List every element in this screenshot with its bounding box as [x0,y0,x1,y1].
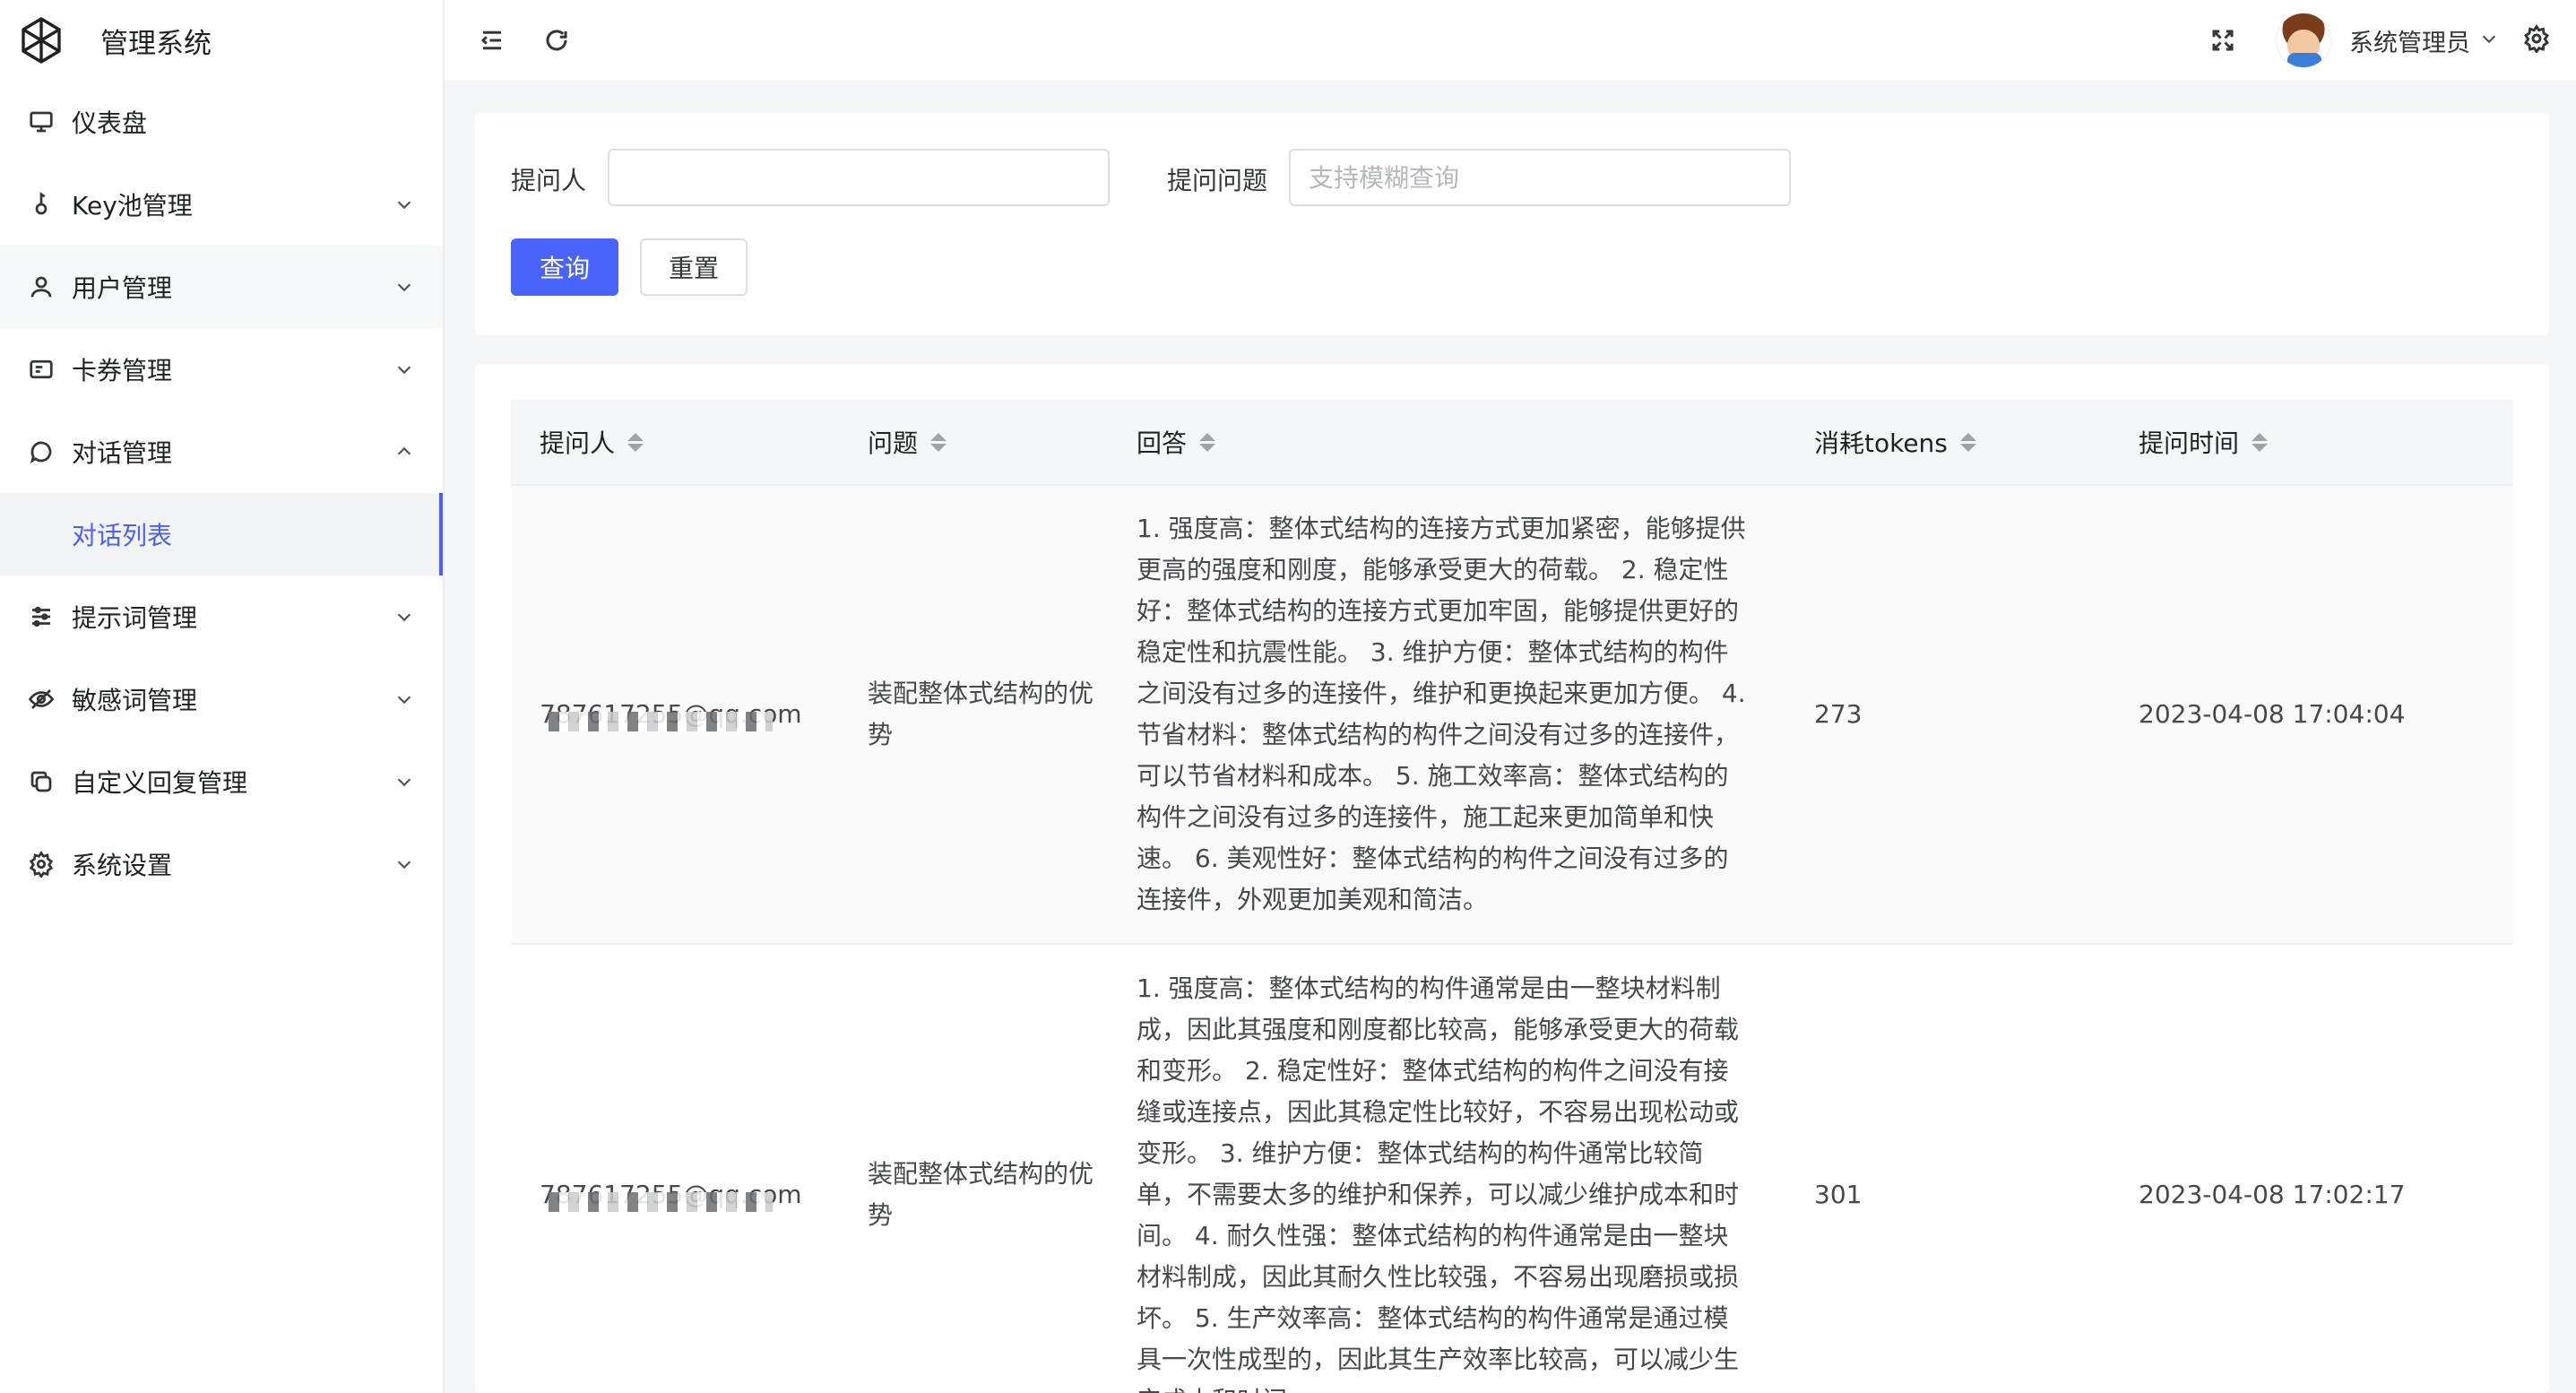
app-title: 管理系统 [100,27,212,60]
asker-email: 787617255@qq.com [540,699,802,731]
column-header-asker[interactable]: 提问人 [511,424,839,460]
eye-off-icon [27,685,56,714]
column-header-label: 回答 [1137,428,1188,458]
gear-icon [27,850,56,878]
logo-row[interactable]: 管理系统 [0,0,443,81]
search-button[interactable]: 查询 [511,238,618,296]
sidebar-item-label: 对话列表 [72,521,173,550]
sidebar-item-users[interactable]: 用户管理 [0,246,443,328]
sidebar-item-label: 卡券管理 [72,356,173,385]
cell-asker: 787617255@qq.com [511,694,839,735]
sidebar-item-label: 自定义回复管理 [72,768,248,798]
header-right: 系统管理员 [2208,0,2551,81]
column-header-tokens[interactable]: 消耗tokens [1785,424,2110,460]
privacy-mask [549,712,773,731]
sidebar-item-sensitive-words[interactable]: 敏感词管理 [0,658,443,740]
cell-tokens: 301 [1814,1180,1863,1209]
user-icon [27,273,56,301]
asker-input[interactable] [608,149,1110,206]
column-header-answer[interactable]: 回答 [1108,424,1785,460]
sort-icon[interactable] [1199,432,1216,452]
reset-button[interactable]: 重置 [640,238,748,296]
sidebar-item-cards[interactable]: 卡券管理 [0,328,443,411]
sidebar-menu: 仪表盘 Key池管理 用户管理 卡券管理 对话管理 对话列表 提示词管理 敏感词… [0,81,443,905]
cell-answer: 1. 强度高：整体式结构的连接方式更加紧密，能够提供更高的强度和刚度，能够承受更… [1137,514,1746,914]
table-row[interactable]: 787617255@qq.com 装配整体式结构的优势 1. 强度高：整体式结构… [511,486,2513,945]
sidebar-item-dashboard[interactable]: 仪表盘 [0,81,443,163]
cell-question: 装配整体式结构的优势 [868,1159,1094,1230]
table-row[interactable]: 787617255@qq.com 装配整体式结构的优势 1. 强度高：整体式结构… [511,945,2513,1393]
question-input[interactable] [1289,149,1791,206]
asker-email: 787617255@qq.com [540,1180,802,1212]
sidebar-item-conversations[interactable]: 对话管理 [0,411,443,493]
table-header: 提问人 问题 回答 消耗tokens 提问时间 [511,400,2513,486]
sidebar-item-custom-replies[interactable]: 自定义回复管理 [0,740,443,823]
top-header: 系统管理员 [445,0,2576,81]
privacy-mask [549,1192,773,1212]
cell-time: 2023-04-08 17:04:04 [2139,699,2406,729]
openai-logo-icon [14,13,68,67]
fullscreen-icon[interactable] [2208,25,2238,56]
cell-question: 装配整体式结构的优势 [868,679,1094,749]
user-name[interactable]: 系统管理员 [2349,23,2470,58]
cell-tokens: 273 [1814,699,1863,729]
chevron-down-icon [393,358,416,381]
chevron-down-icon [393,688,416,711]
sidebar: 管理系统 仪表盘 Key池管理 用户管理 卡券管理 对话管理 对话列表 提示词管… [0,0,445,1393]
chevron-down-icon [393,193,416,216]
chevron-up-icon [393,440,416,463]
chevron-down-icon [393,605,416,628]
sidebar-item-conversation-list[interactable]: 对话列表 [0,493,443,575]
sidebar-item-key-pool[interactable]: Key池管理 [0,163,443,246]
sidebar-item-prompts[interactable]: 提示词管理 [0,575,443,658]
sort-icon[interactable] [2252,432,2269,452]
menu-fold-icon[interactable] [477,25,507,56]
cell-time: 2023-04-08 17:02:17 [2139,1180,2406,1209]
cell-asker: 787617255@qq.com [511,1174,839,1216]
sidebar-item-label: 仪表盘 [72,108,148,138]
sidebar-item-system-settings[interactable]: 系统设置 [0,823,443,905]
copy-icon [27,767,56,796]
chevron-down-icon[interactable] [2479,29,2499,52]
sidebar-item-label: 对话管理 [72,438,173,468]
question-label: 提问问题 [1167,166,1268,195]
chevron-down-icon [393,275,416,298]
column-header-label: 提问时间 [2139,428,2240,458]
sidebar-item-label: 提示词管理 [72,603,198,633]
sort-icon[interactable] [1959,432,1976,452]
avatar[interactable] [2276,13,2331,68]
conversation-table-card: 提问人 问题 回答 消耗tokens 提问时间 装配整体式结构的优势 1. 强度… [475,364,2549,1393]
monitor-icon [27,108,56,136]
sidebar-item-label: 敏感词管理 [72,686,198,715]
column-header-time[interactable]: 提问时间 [2110,424,2513,460]
search-form: 提问人 提问问题 查询 重置 [475,113,2549,335]
conversation-table: 提问人 问题 回答 消耗tokens 提问时间 装配整体式结构的优势 1. 强度… [511,400,2513,1393]
column-header-label: 消耗tokens [1814,428,1948,458]
card-icon [27,355,56,384]
chevron-down-icon [393,852,416,876]
column-header-question[interactable]: 问题 [839,424,1108,460]
column-header-label: 问题 [868,428,919,458]
sort-icon[interactable] [627,432,644,452]
asker-label: 提问人 [511,166,587,195]
column-header-label: 提问人 [540,428,616,458]
refresh-icon[interactable] [541,25,572,56]
chevron-down-icon [393,770,416,793]
sidebar-item-label: 系统设置 [72,851,173,880]
sidebar-item-label: Key池管理 [72,191,193,221]
sliders-icon [27,602,56,631]
cell-answer: 1. 强度高：整体式结构的构件通常是由一整块材料制成，因此其强度和刚度都比较高，… [1137,973,1740,1393]
chat-icon [27,437,56,466]
sidebar-item-label: 用户管理 [72,273,173,303]
key-icon [27,190,56,219]
gear-icon[interactable] [2522,24,2551,56]
sort-icon[interactable] [930,432,947,452]
